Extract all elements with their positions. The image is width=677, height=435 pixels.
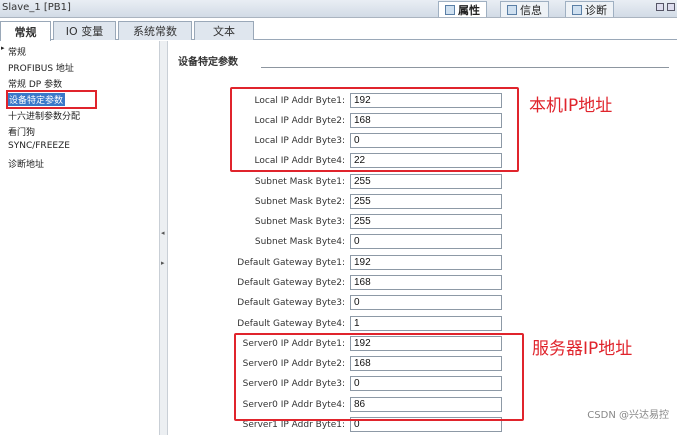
param-row: Default Gateway Byte2: 168 — [169, 275, 677, 291]
param-label: Default Gateway Byte2: — [237, 278, 345, 288]
default-gateway-byte4-field[interactable]: 1 — [350, 316, 502, 331]
subnet-mask-byte4-field[interactable]: 0 — [350, 234, 502, 249]
param-row: Default Gateway Byte3: 0 — [169, 295, 677, 311]
subnet-mask-byte2-field[interactable]: 255 — [350, 194, 502, 209]
param-row: Subnet Mask Byte3: 255 — [169, 214, 677, 230]
watermark: CSDN @兴达易控 — [587, 410, 669, 421]
parameter-panel: 设备特定参数 Local IP Addr Byte1: 192 Local IP… — [169, 41, 677, 435]
property-tabs: 常规 IO 变量 系统常数 文本 — [0, 21, 677, 41]
diagnostics-icon — [572, 4, 582, 15]
param-label: Default Gateway Byte1: — [237, 258, 345, 268]
nav-highlight-box — [6, 90, 97, 109]
collapse-left-icon[interactable]: ◂ — [161, 229, 165, 237]
info-icon — [507, 4, 517, 15]
param-label: Subnet Mask Byte1: — [254, 177, 345, 187]
param-label: Server1 IP Addr Byte1: — [242, 420, 345, 430]
panel-tab-info[interactable]: 信息 — [500, 1, 549, 17]
param-label: Subnet Mask Byte4: — [254, 237, 345, 247]
window-controls — [656, 3, 675, 11]
param-row: Subnet Mask Byte1: 255 — [169, 174, 677, 190]
panel-tab-label: 属性 — [458, 3, 480, 17]
nav-item-general[interactable]: 常规 — [8, 45, 26, 58]
param-row: Subnet Mask Byte4: 0 — [169, 234, 677, 250]
server-ip-annotation: 服务器IP地址 — [532, 339, 633, 359]
tab-label: 系统常数 — [133, 25, 177, 38]
section-title: 设备特定参数 — [178, 57, 238, 68]
expand-arrow-icon[interactable]: ▸ — [1, 44, 5, 52]
panel-tab-diagnostics[interactable]: 诊断 — [565, 1, 614, 17]
nav-item-sync-freeze[interactable]: SYNC/FREEZE — [8, 141, 70, 151]
maximize-icon[interactable] — [667, 3, 675, 11]
title-bar: Slave_1 [PB1] 属性 信息 诊断 — [0, 0, 677, 18]
tab-label: IO 变量 — [65, 25, 104, 38]
param-row: Subnet Mask Byte2: 255 — [169, 194, 677, 210]
tab-texts[interactable]: 文本 — [194, 21, 254, 40]
nav-item-watchdog[interactable]: 看门狗 — [8, 125, 35, 138]
tab-general[interactable]: 常规 — [0, 21, 51, 41]
nav-item-profibus-address[interactable]: PROFIBUS 地址 — [8, 61, 74, 74]
param-label: Subnet Mask Byte2: — [254, 197, 345, 207]
properties-icon — [445, 4, 455, 15]
tab-label: 文本 — [213, 25, 235, 38]
panel-tab-label: 诊断 — [585, 3, 607, 17]
subnet-mask-byte1-field[interactable]: 255 — [350, 174, 502, 189]
tab-system-constants[interactable]: 系统常数 — [118, 21, 192, 40]
nav-item-diagnostic-address[interactable]: 诊断地址 — [8, 157, 44, 170]
restore-icon[interactable] — [656, 3, 664, 11]
default-gateway-byte1-field[interactable]: 192 — [350, 255, 502, 270]
section-divider — [261, 67, 669, 68]
server-ip-highlight-box — [234, 333, 524, 421]
param-row: Default Gateway Byte4: 1 — [169, 316, 677, 332]
subnet-mask-byte3-field[interactable]: 255 — [350, 214, 502, 229]
tab-label: 常规 — [14, 25, 37, 39]
panel-tab-label: 信息 — [520, 3, 542, 17]
param-label: Default Gateway Byte4: — [237, 319, 345, 329]
window-title: Slave_1 [PB1] — [2, 2, 71, 13]
panel-tab-properties[interactable]: 属性 — [438, 1, 487, 17]
default-gateway-byte2-field[interactable]: 168 — [350, 275, 502, 290]
local-ip-highlight-box — [230, 87, 519, 172]
splitter[interactable]: ◂ ▸ — [160, 41, 168, 435]
nav-item-hex-parameter-assignment[interactable]: 十六进制参数分配 — [8, 109, 80, 122]
param-label: Subnet Mask Byte3: — [254, 217, 345, 227]
param-row: Default Gateway Byte1: 192 — [169, 255, 677, 271]
tab-io-tags[interactable]: IO 变量 — [53, 21, 116, 40]
local-ip-annotation: 本机IP地址 — [529, 96, 613, 116]
expand-right-icon[interactable]: ▸ — [161, 259, 165, 267]
param-label: Default Gateway Byte3: — [237, 298, 345, 308]
nav-item-dp-parameters[interactable]: 常规 DP 参数 — [8, 77, 62, 90]
default-gateway-byte3-field[interactable]: 0 — [350, 295, 502, 310]
